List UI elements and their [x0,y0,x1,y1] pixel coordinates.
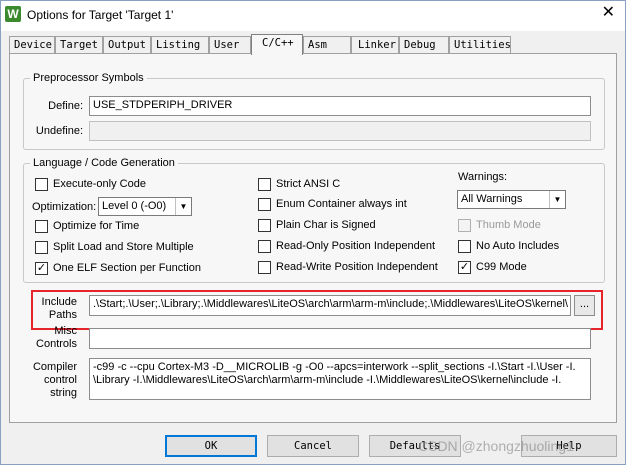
tab-target[interactable]: Target [55,36,103,54]
optimization-label: Optimization: [32,201,97,213]
chevron-down-icon: ▼ [549,191,565,208]
title-bar: W Options for Target 'Target 1' ✕ [1,1,625,31]
tab-output[interactable]: Output [103,36,151,54]
codegen-legend: Language / Code Generation [33,157,175,169]
tab-linker[interactable]: Linker [351,36,399,54]
checkmark-icon: ✓ [459,261,470,273]
app-icon: W [5,6,21,22]
optimize-time-checkbox[interactable] [35,220,48,233]
tab-device[interactable]: Device [9,36,55,54]
close-icon[interactable]: ✕ [602,5,615,21]
chevron-down-icon: ▼ [175,198,191,215]
thumb-mode-label: Thumb Mode [476,219,541,231]
rw-pi-label: Read-Write Position Independent [276,261,438,273]
tab-listing[interactable]: Listing [151,36,209,54]
warnings-select[interactable]: All Warnings ▼ [457,190,566,209]
include-label-line1: Include [41,296,77,308]
compiler-control-label: Compiler control string [27,361,77,400]
misc-label-line2: Controls [36,338,77,350]
misc-label-line1: Misc [54,325,77,337]
include-browse-button[interactable]: ... [574,295,595,316]
ro-pi-checkbox[interactable] [258,240,271,253]
compiler-string-line2: \Library -I.\Middlewares\LiteOS\arch\arm… [93,374,562,386]
compiler-label-line1: Compiler [32,361,77,373]
optimize-time-label: Optimize for Time [53,220,140,232]
plain-char-checkbox[interactable] [258,219,271,232]
rw-pi-checkbox[interactable] [258,261,271,274]
one-elf-label: One ELF Section per Function [53,262,201,274]
optimization-value: Level 0 (-O0) [102,200,167,212]
misc-controls-label: Misc Controls [27,325,77,351]
watermark: CSDN @zhongzhuoling1 [418,438,574,454]
compiler-control-string[interactable]: -c99 -c --cpu Cortex-M3 -D__MICROLIB -g … [89,358,591,400]
tab-debug[interactable]: Debug [399,36,449,54]
checkmark-icon: ✓ [36,262,47,274]
define-label: Define: [48,100,83,112]
strict-ansi-checkbox[interactable] [258,178,271,191]
execute-only-checkbox[interactable] [35,178,48,191]
tab-cc[interactable]: C/C++ [251,34,303,55]
undefine-input[interactable] [89,121,591,141]
warnings-value: All Warnings [461,193,523,205]
cancel-button[interactable]: Cancel [267,435,359,457]
undefine-label: Undefine: [35,125,83,137]
compiler-label-line2: control [43,374,77,386]
tab-user[interactable]: User [209,36,251,54]
compiler-string-line1: -c99 -c --cpu Cortex-M3 -D__MICROLIB -g … [93,361,576,373]
plain-char-label: Plain Char is Signed [276,219,376,231]
enum-int-checkbox[interactable] [258,198,271,211]
include-paths-input[interactable]: .\Start;.\User;.\Library;.\Middlewares\L… [89,295,571,316]
include-label-line2: Paths [48,309,77,321]
warnings-label: Warnings: [458,171,508,183]
ok-button[interactable]: OK [165,435,257,457]
execute-only-label: Execute-only Code [53,178,146,190]
tab-utilities[interactable]: Utilities [449,36,511,54]
one-elf-checkbox[interactable]: ✓ [35,262,48,275]
include-paths-label: Include Paths [27,296,77,322]
misc-controls-input[interactable] [89,328,591,349]
enum-int-label: Enum Container always int [276,198,407,210]
preprocessor-legend: Preprocessor Symbols [33,72,144,84]
strict-ansi-label: Strict ANSI C [276,178,341,190]
window-title: Options for Target 'Target 1' [27,8,174,22]
ro-pi-label: Read-Only Position Independent [276,240,435,252]
split-load-checkbox[interactable] [35,241,48,254]
compiler-label-line3: string [50,387,77,399]
thumb-mode-checkbox[interactable] [458,219,471,232]
options-dialog: W Options for Target 'Target 1' ✕ Device… [0,0,626,465]
tab-strip: Device Target Output Listing User C/C++ … [9,34,619,55]
no-auto-includes-checkbox[interactable] [458,240,471,253]
tab-asm[interactable]: Asm [303,36,351,54]
define-input[interactable]: USE_STDPERIPH_DRIVER [89,96,591,116]
c99-mode-label: C99 Mode [476,261,527,273]
no-auto-includes-label: No Auto Includes [476,240,560,252]
c99-mode-checkbox[interactable]: ✓ [458,261,471,274]
optimization-select[interactable]: Level 0 (-O0) ▼ [98,197,192,216]
split-load-label: Split Load and Store Multiple [53,241,194,253]
